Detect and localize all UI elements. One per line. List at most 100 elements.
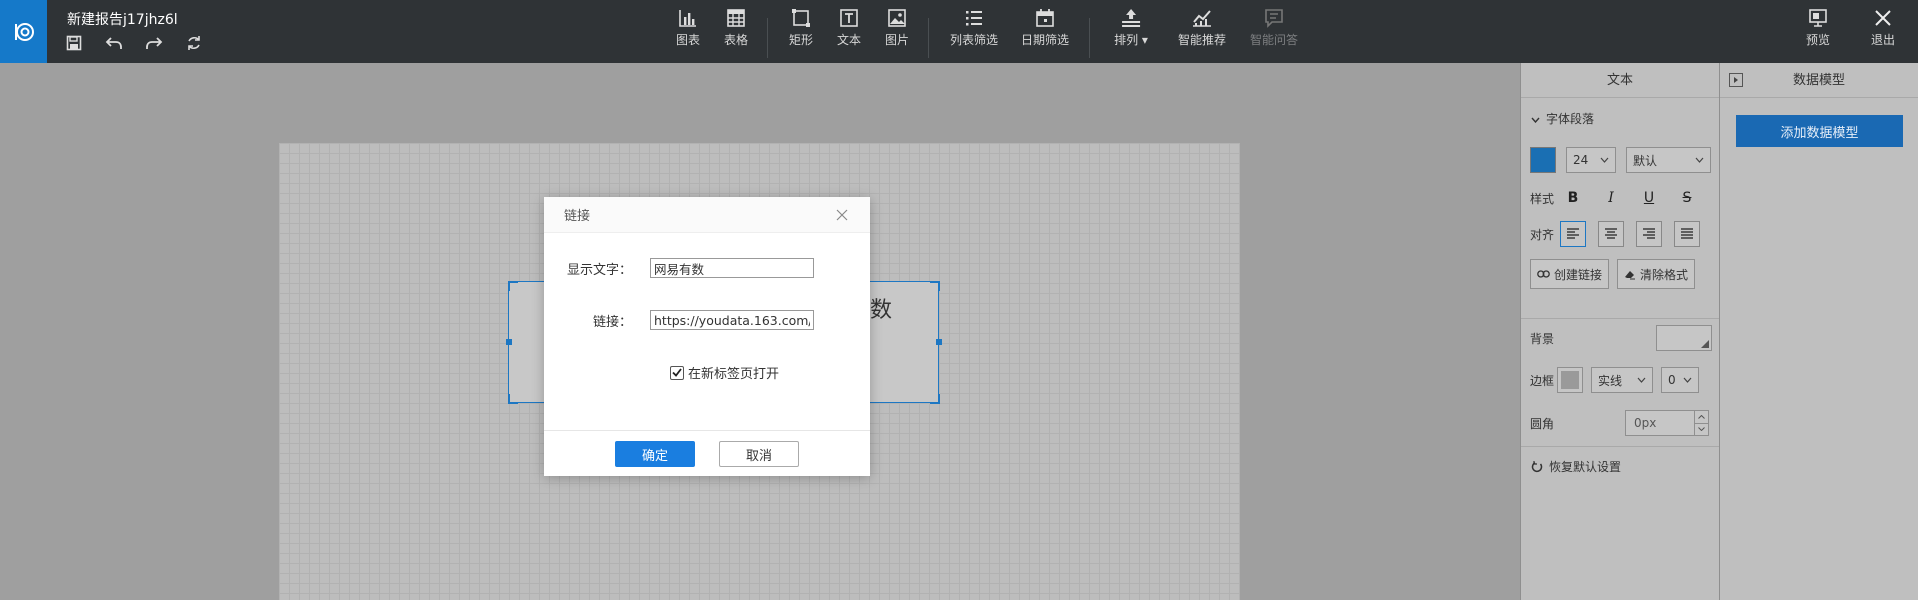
tool-text-label: 文本 xyxy=(836,33,862,47)
resize-corner-bottom-right[interactable] xyxy=(930,394,940,404)
open-new-tab-checkbox[interactable] xyxy=(670,365,684,380)
insert-tools: 图表 表格 矩形 文本 图片 列表筛选 日期筛选 排列 ▾ 智能推荐 智能问答 … xyxy=(0,8,1918,58)
text-properties-panel: 文本 字体段落 24 默认 样式 B I U S 对齐 创建链接 清除格式 背景… xyxy=(1520,63,1720,600)
align-center-button[interactable] xyxy=(1598,221,1624,247)
exit-button[interactable]: 退出 xyxy=(1871,8,1895,58)
tab-text[interactable]: 文本 xyxy=(1521,63,1719,98)
link-url-input[interactable] xyxy=(650,310,814,330)
chevron-down-icon xyxy=(1600,157,1609,163)
collapse-panel-icon[interactable] xyxy=(1729,73,1743,87)
tool-smart-recommend[interactable]: 智能推荐 xyxy=(1178,8,1226,58)
tool-smart-qa-label: 智能问答 xyxy=(1249,33,1299,47)
radius-value: 0px xyxy=(1634,416,1657,430)
dialog-close-button[interactable] xyxy=(834,207,850,223)
font-color-picker[interactable] xyxy=(1530,147,1556,173)
create-link-button[interactable]: 创建链接 xyxy=(1530,259,1610,289)
table-icon xyxy=(727,9,745,27)
stepper-up[interactable] xyxy=(1695,411,1708,424)
font-family-select[interactable]: 默认 xyxy=(1626,147,1711,173)
link-url-label: 链接： xyxy=(592,314,632,330)
border-label: 边框 xyxy=(1530,373,1555,388)
align-label: 对齐 xyxy=(1530,227,1555,242)
background-color-picker[interactable] xyxy=(1656,325,1712,351)
calendar-icon xyxy=(1036,9,1054,27)
close-icon xyxy=(1875,10,1891,26)
eraser-icon xyxy=(1625,271,1636,280)
underline-icon: U xyxy=(1643,190,1655,206)
rectangle-icon xyxy=(791,9,810,27)
image-icon xyxy=(888,9,906,27)
tool-date-filter-label: 日期筛选 xyxy=(1020,33,1070,47)
link-format-row: 创建链接 清除格式 xyxy=(1530,259,1696,289)
arrange-icon xyxy=(1121,9,1140,27)
cancel-button[interactable]: 取消 xyxy=(719,441,799,467)
resize-corner-bottom-left[interactable] xyxy=(508,394,518,404)
underline-button[interactable]: U xyxy=(1636,185,1662,211)
preview-label: 预览 xyxy=(1805,33,1831,47)
add-data-model-button[interactable]: 添加数据模型 xyxy=(1736,115,1903,147)
border-row: 边框 实线 0 xyxy=(1521,367,1699,393)
open-new-tab-label: 在新标签页打开 xyxy=(688,367,780,382)
tool-date-filter[interactable]: 日期筛选 xyxy=(1021,8,1069,58)
toolbar-divider xyxy=(767,18,768,58)
radius-stepper[interactable]: 0px xyxy=(1625,410,1709,436)
align-right-button[interactable] xyxy=(1636,221,1662,247)
tool-smart-qa[interactable]: 智能问答 xyxy=(1250,8,1298,58)
tool-image-label: 图片 xyxy=(884,33,910,47)
display-text-label: 显示文字： xyxy=(566,262,632,278)
border-style-select[interactable]: 实线 xyxy=(1591,367,1653,393)
stepper-down[interactable] xyxy=(1695,424,1708,436)
dialog-header: 链接 xyxy=(544,197,870,233)
tool-chart-label: 图表 xyxy=(675,33,701,47)
display-text-input[interactable] xyxy=(650,258,814,278)
tool-rectangle[interactable]: 矩形 xyxy=(789,8,813,58)
border-color-picker[interactable] xyxy=(1557,367,1583,393)
italic-icon: I xyxy=(1608,190,1614,206)
open-new-tab-option[interactable]: 在新标签页打开 xyxy=(670,363,779,382)
tool-list-filter[interactable]: 列表筛选 xyxy=(950,8,998,58)
tool-arrange[interactable]: 排列 ▾ xyxy=(1114,8,1148,58)
chevron-down-icon xyxy=(1698,427,1705,432)
tool-table-label: 表格 xyxy=(723,33,749,47)
corner-triangle-icon xyxy=(1701,340,1709,348)
smart-recommend-icon xyxy=(1192,10,1211,27)
align-right-icon xyxy=(1643,228,1655,239)
background-label: 背景 xyxy=(1530,331,1555,346)
border-style-value: 实线 xyxy=(1598,373,1623,388)
tool-table[interactable]: 表格 xyxy=(724,8,748,58)
list-filter-icon xyxy=(965,11,982,26)
font-size-select[interactable]: 24 xyxy=(1566,147,1616,173)
tool-chart[interactable]: 图表 xyxy=(676,8,700,58)
create-link-label: 创建链接 xyxy=(1554,267,1603,282)
align-left-button[interactable] xyxy=(1560,221,1586,247)
resize-handle-left[interactable] xyxy=(506,339,512,345)
clear-format-button[interactable]: 清除格式 xyxy=(1617,259,1696,289)
tab-data-model[interactable]: 数据模型 xyxy=(1720,63,1918,98)
align-center-icon xyxy=(1605,228,1617,239)
reset-defaults-label: 恢复默认设置 xyxy=(1549,460,1622,474)
align-row: 对齐 xyxy=(1521,221,1700,247)
resize-corner-top-left[interactable] xyxy=(508,281,518,291)
top-toolbar: 新建报告j17jhz6l 图表 表格 矩形 文本 图片 列表筛选 日期筛选 排列… xyxy=(0,0,1918,63)
link-dialog: 链接 显示文字： 链接： 在新标签页打开 确定 取消 xyxy=(544,197,870,476)
radius-label: 圆角 xyxy=(1530,416,1555,431)
bold-button[interactable]: B xyxy=(1560,185,1586,211)
tool-rectangle-label: 矩形 xyxy=(788,33,814,47)
italic-button[interactable]: I xyxy=(1598,185,1624,211)
tool-image[interactable]: 图片 xyxy=(885,8,909,58)
strikethrough-button[interactable]: S xyxy=(1674,185,1700,211)
display-text-row: 显示文字： xyxy=(544,258,814,278)
check-icon xyxy=(672,368,682,377)
resize-corner-top-right[interactable] xyxy=(930,281,940,291)
preview-button[interactable]: 预览 xyxy=(1806,8,1830,58)
resize-handle-right[interactable] xyxy=(936,339,942,345)
border-width-value: 0 xyxy=(1668,373,1676,387)
border-width-select[interactable]: 0 xyxy=(1661,367,1699,393)
font-paragraph-section[interactable]: 字体段落 xyxy=(1521,98,1719,127)
reset-defaults-button[interactable]: 恢复默认设置 xyxy=(1531,458,1621,475)
tool-text[interactable]: 文本 xyxy=(837,8,861,58)
confirm-button[interactable]: 确定 xyxy=(615,441,695,467)
clear-format-label: 清除格式 xyxy=(1640,267,1689,282)
align-justify-button[interactable] xyxy=(1674,221,1700,247)
close-icon xyxy=(836,209,848,220)
